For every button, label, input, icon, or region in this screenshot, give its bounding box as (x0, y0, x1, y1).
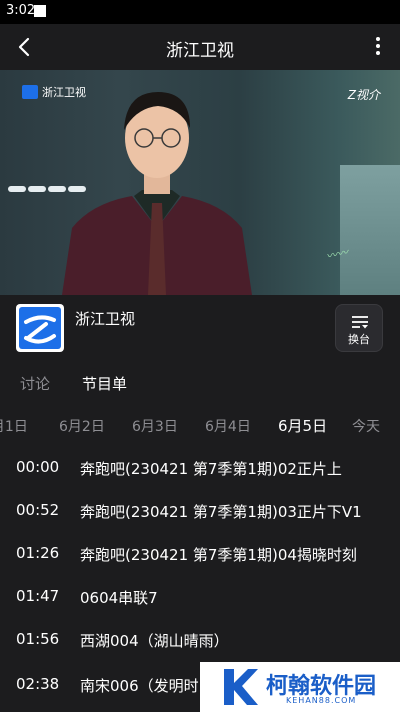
presenter-figure (62, 92, 252, 295)
zhejiang-tv-logo-icon (19, 307, 61, 349)
program-title: 西湖004（湖山晴雨） (80, 632, 229, 650)
channel-logo (16, 304, 64, 352)
date-tab[interactable]: 6月4日 (205, 416, 251, 436)
switch-channel-label: 换台 (348, 333, 370, 346)
status-time: 3:02 (6, 3, 36, 18)
program-time: 00:00 (16, 458, 60, 476)
program-time: 01:56 (16, 630, 60, 648)
program-item[interactable]: 01:56 西湖004（湖山晴雨） (0, 619, 400, 663)
z-shijie-logo: Z视介 (347, 88, 380, 102)
date-selector: 6月1日 6月2日 6月3日 6月4日 6月5日 今天 (0, 403, 400, 447)
date-tab-selected[interactable]: 6月5日 (278, 415, 327, 436)
more-options-button[interactable] (374, 37, 382, 59)
channel-watermark: 浙江卫视 (22, 84, 86, 100)
switch-channel-button[interactable]: 换台 (335, 304, 383, 352)
kehan-logo-icon (224, 669, 258, 705)
program-title: 0604串联7 (80, 589, 158, 607)
program-item[interactable]: 01:26 奔跑吧(230421 第7季第1期)04揭晓时刻 (0, 533, 400, 577)
date-tab[interactable]: 6月1日 (0, 416, 28, 436)
program-time: 01:47 (16, 587, 60, 605)
content-tabs: 讨论 节目单 (0, 365, 400, 403)
channel-list-icon (352, 316, 368, 329)
watermark-text: 浙江卫视 (42, 86, 86, 99)
tab-discussion[interactable]: 讨论 (20, 373, 50, 394)
tab-schedule[interactable]: 节目单 (82, 373, 127, 394)
page-title: 浙江卫视 (166, 41, 234, 61)
watermark-url: KEHAN88.COM (286, 696, 357, 705)
program-title: 奔跑吧(230421 第7季第1期)04揭晓时刻 (80, 546, 357, 564)
program-time: 00:52 (16, 501, 60, 519)
status-bar: 3:02 (0, 0, 400, 24)
date-tab-today[interactable]: 今天 (352, 416, 380, 436)
program-item[interactable]: 00:00 奔跑吧(230421 第7季第1期)02正片上 (0, 447, 400, 491)
channel-info-row: 浙江卫视 换台 (0, 295, 400, 365)
site-watermark: 柯翰软件园 KEHAN88.COM (200, 662, 400, 712)
top-app-bar: 浙江卫视 (0, 24, 400, 70)
program-title: 南宋006（发明时 (80, 677, 199, 695)
program-item[interactable]: 00:52 奔跑吧(230421 第7季第1期)03正片下V1 (0, 490, 400, 534)
program-time: 01:26 (16, 544, 60, 562)
channel-name: 浙江卫视 (75, 310, 136, 328)
background-window (340, 165, 400, 295)
zhejiang-tv-logo-icon (22, 85, 38, 99)
program-time: 02:38 (16, 675, 60, 693)
program-title: 奔跑吧(230421 第7季第1期)03正片下V1 (80, 503, 362, 521)
date-tab[interactable]: 6月3日 (132, 416, 178, 436)
notification-icon (34, 5, 46, 17)
program-item[interactable]: 01:47 0604串联7 (0, 576, 400, 620)
video-player[interactable]: 浙江卫视 Z视介 〰〰 (0, 70, 400, 295)
program-title: 奔跑吧(230421 第7季第1期)02正片上 (80, 460, 342, 478)
date-tab[interactable]: 6月2日 (59, 416, 105, 436)
more-vert-icon (376, 37, 380, 41)
